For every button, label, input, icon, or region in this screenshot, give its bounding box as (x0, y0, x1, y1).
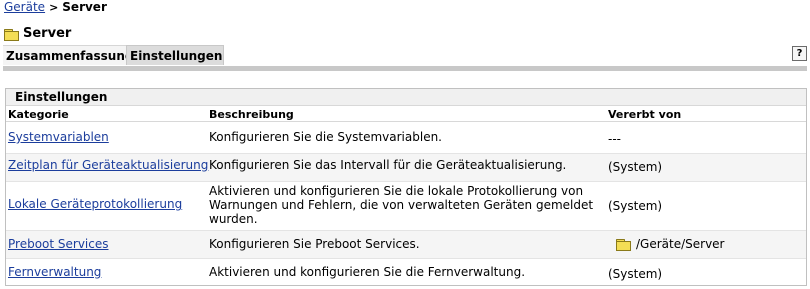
column-header-kategorie: Kategorie (8, 108, 69, 121)
row-description: Konfigurieren Sie das Intervall für die … (209, 158, 567, 172)
row-inherited-from: (System) (608, 199, 663, 213)
breadcrumb-link-geraete[interactable]: Geräte (4, 0, 45, 14)
settings-panel: Einstellungen Kategorie Beschreibung Ver… (5, 88, 807, 286)
row-inherited-from: /Geräte/Server (616, 237, 725, 251)
row-description: Aktivieren und konfigurieren Sie die lok… (209, 184, 594, 226)
breadcrumb-current: Server (62, 0, 107, 14)
category-link-lokale-protokollierung[interactable]: Lokale Geräteprotokollierung (8, 197, 182, 211)
category-link-preboot-services[interactable]: Preboot Services (8, 237, 109, 251)
table-row: Zeitplan für Geräteaktualisierung Konfig… (6, 154, 806, 182)
table-row: Fernverwaltung Aktivieren und konfigurie… (6, 259, 806, 289)
inherited-path: /Geräte/Server (636, 237, 725, 251)
help-icon[interactable]: ? (792, 46, 807, 61)
column-header-beschreibung: Beschreibung (209, 108, 294, 121)
breadcrumb-separator: > (49, 1, 59, 14)
tab-underline (3, 66, 807, 71)
breadcrumb: Geräte > Server (4, 0, 107, 14)
category-link-fernverwaltung[interactable]: Fernverwaltung (8, 265, 101, 279)
page-header: Server (4, 26, 71, 42)
category-link-zeitplan[interactable]: Zeitplan für Geräteaktualisierung (8, 158, 208, 172)
table-header: Kategorie Beschreibung Vererbt von (6, 106, 806, 122)
category-link-systemvariablen[interactable]: Systemvariablen (8, 130, 109, 144)
tab-zusammenfassung[interactable]: Zusammenfassung (3, 45, 133, 65)
tab-bar: Zusammenfassung Einstellungen ? (3, 45, 807, 66)
row-inherited-from: (System) (608, 160, 663, 174)
table-row: Lokale Geräteprotokollierung Aktivieren … (6, 182, 806, 231)
row-inherited-from: (System) (608, 267, 663, 281)
folder-icon (616, 238, 631, 251)
row-description: Konfigurieren Sie Preboot Services. (209, 237, 420, 251)
column-header-vererbt: Vererbt von (608, 108, 682, 121)
folder-icon (4, 28, 19, 41)
row-description: Konfigurieren Sie die Systemvariablen. (209, 130, 442, 144)
table-row: Systemvariablen Konfigurieren Sie die Sy… (6, 122, 806, 154)
row-inherited-from: --- (608, 132, 621, 146)
row-description: Aktivieren und konfigurieren Sie die Fer… (209, 265, 526, 279)
panel-title: Einstellungen (6, 89, 806, 106)
page-title: Server (23, 26, 72, 41)
tab-einstellungen[interactable]: Einstellungen (126, 45, 224, 65)
table-row: Preboot Services Konfigurieren Sie Prebo… (6, 231, 806, 259)
